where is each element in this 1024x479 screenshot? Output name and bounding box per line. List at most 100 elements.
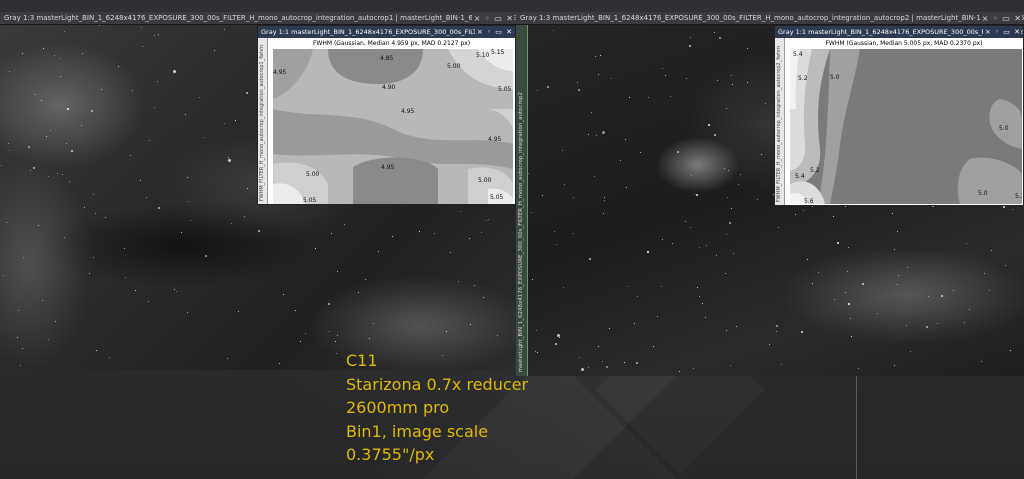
star bbox=[185, 114, 186, 115]
star bbox=[365, 279, 366, 280]
window-controls[interactable]: × ◦ ▭ ✕ bbox=[979, 12, 1022, 24]
star bbox=[9, 71, 10, 72]
star bbox=[761, 154, 762, 155]
fwhm-contour-label-left-0: 4.85 bbox=[380, 55, 394, 62]
fwhm-map-window-left[interactable]: Gray 1:1 masterLight_BIN_1_6248x4176_EXP… bbox=[257, 25, 516, 205]
star bbox=[653, 346, 654, 347]
star bbox=[99, 25, 100, 26]
star bbox=[708, 124, 710, 126]
star bbox=[845, 206, 846, 207]
star bbox=[628, 286, 629, 287]
star bbox=[894, 365, 895, 366]
star bbox=[483, 297, 484, 298]
desktop-divider bbox=[856, 376, 857, 479]
star bbox=[714, 134, 716, 136]
star bbox=[1003, 206, 1005, 208]
star bbox=[696, 194, 698, 196]
image-window-left-titlebar[interactable]: Gray 1:3 masterLight_BIN_1_6248x4176_EXP… bbox=[0, 12, 516, 25]
star bbox=[142, 46, 143, 47]
star bbox=[60, 76, 61, 77]
star bbox=[146, 197, 147, 198]
star bbox=[602, 131, 605, 134]
star bbox=[173, 70, 176, 73]
star bbox=[966, 243, 967, 244]
star bbox=[690, 227, 691, 228]
star bbox=[42, 300, 43, 301]
star bbox=[96, 350, 97, 351]
star bbox=[624, 362, 625, 363]
star bbox=[693, 368, 694, 369]
star bbox=[373, 323, 374, 324]
star bbox=[446, 331, 447, 332]
star bbox=[154, 107, 155, 108]
star bbox=[132, 90, 133, 91]
star bbox=[434, 233, 435, 234]
star bbox=[776, 331, 777, 332]
fwhm-contour-label-right-3: 5.0 bbox=[999, 125, 1009, 132]
star bbox=[892, 213, 893, 214]
star bbox=[598, 74, 599, 75]
star bbox=[981, 361, 982, 362]
star bbox=[634, 323, 635, 324]
fwhm-map-left-title: Gray 1:1 masterLight_BIN_1_6248x4176_EXP… bbox=[261, 28, 495, 36]
star bbox=[602, 361, 603, 362]
star bbox=[537, 90, 538, 91]
star bbox=[48, 176, 49, 177]
star bbox=[818, 272, 819, 273]
fwhm-map-left-caption: FWHM (Gaussian, Median 4.959 px, MAD 0.2… bbox=[312, 40, 471, 47]
fwhm-contour-label-right-8: 5.2 bbox=[1015, 193, 1022, 200]
star bbox=[556, 244, 557, 245]
fwhm-map-window-right[interactable]: Gray 1:1 masterLight_BIN_1_6248x4176_EXP… bbox=[774, 25, 1024, 206]
fwhm-map-left-titlebar[interactable]: Gray 1:1 masterLight_BIN_1_6248x4176_EXP… bbox=[258, 26, 515, 38]
star bbox=[54, 55, 55, 56]
star bbox=[573, 197, 574, 198]
image-window-left-title: Gray 1:3 masterLight_BIN_1_6248x4176_EXP… bbox=[4, 14, 516, 22]
star bbox=[564, 184, 565, 185]
star bbox=[640, 152, 641, 153]
star bbox=[716, 255, 717, 256]
window-controls[interactable]: × ◦ ▭ ✕ bbox=[471, 12, 514, 24]
star bbox=[661, 286, 662, 287]
caption-line-scale: 0.3755"/px bbox=[346, 445, 435, 464]
star bbox=[135, 290, 136, 291]
star bbox=[691, 175, 692, 176]
star bbox=[894, 249, 895, 250]
star bbox=[224, 123, 225, 124]
image-window-right-titlebar[interactable]: Gray 1:3 masterLight_BIN_1_6248x4176_EXP… bbox=[516, 12, 1024, 25]
star bbox=[71, 150, 73, 152]
fwhm-contour-label-right-6: 5.6 bbox=[804, 198, 814, 204]
star bbox=[8, 143, 9, 144]
star bbox=[648, 97, 649, 98]
star bbox=[224, 29, 225, 30]
star bbox=[532, 279, 533, 280]
star bbox=[246, 92, 248, 94]
star bbox=[727, 197, 728, 198]
star bbox=[581, 368, 584, 371]
star bbox=[757, 199, 758, 200]
image-window-right-side-tab[interactable]: masterLight_BIN_1_6248x4176_EXPOSURE_300… bbox=[516, 25, 528, 376]
star bbox=[1012, 209, 1013, 210]
star bbox=[81, 125, 82, 126]
star bbox=[33, 167, 35, 169]
star bbox=[335, 341, 336, 342]
star bbox=[130, 155, 131, 156]
window-controls[interactable]: × ◦ ▭ ✕ bbox=[982, 26, 1021, 38]
star bbox=[488, 219, 489, 220]
window-controls[interactable]: × ◦ ▭ ✕ bbox=[474, 26, 513, 38]
fwhm-map-left-side-tab[interactable]: FWHM_FILTER_H_mono_autocrop_integration_… bbox=[258, 38, 268, 204]
star bbox=[717, 80, 718, 81]
star bbox=[740, 174, 741, 175]
fwhm-contour-label-left-2: 5.15 bbox=[491, 49, 505, 56]
star bbox=[803, 210, 804, 211]
star bbox=[158, 207, 160, 209]
fwhm-map-right-titlebar[interactable]: Gray 1:1 masterLight_BIN_1_6248x4176_EXP… bbox=[775, 26, 1023, 38]
star bbox=[685, 221, 686, 222]
star bbox=[22, 53, 23, 54]
star bbox=[554, 231, 555, 232]
star bbox=[336, 353, 337, 354]
fwhm-map-right-side-tab[interactable]: FWHM_FILTER_H_mono_autocrop_integration_… bbox=[775, 38, 785, 205]
star bbox=[731, 208, 732, 209]
star bbox=[670, 96, 671, 97]
star bbox=[598, 346, 599, 347]
fwhm-contour-label-left-13: 5.05 bbox=[490, 194, 504, 201]
